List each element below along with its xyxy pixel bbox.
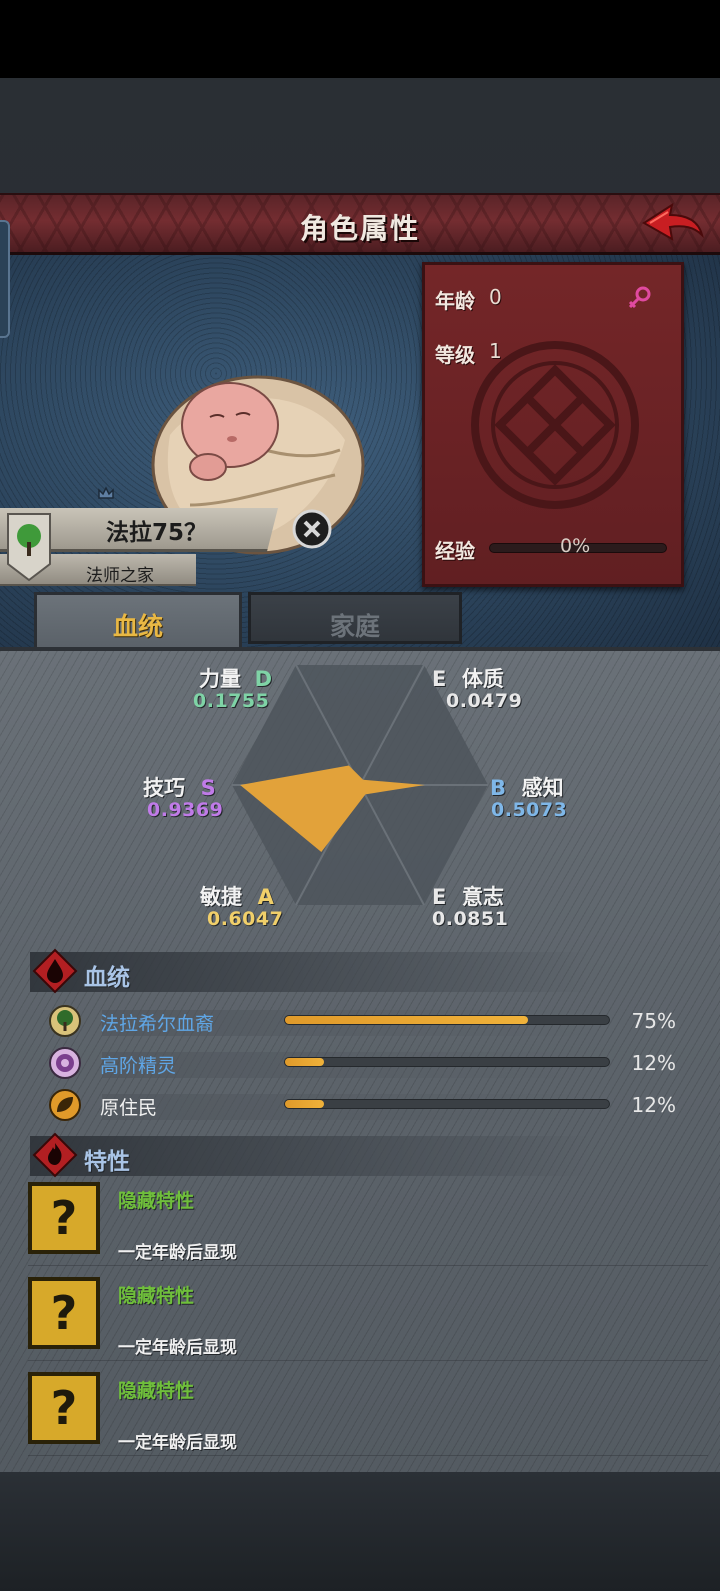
attr-skill-name: 技巧 [143,776,185,800]
hidden-trait-question-icon[interactable]: ? [28,1277,100,1349]
blood-drop-icon [32,948,78,994]
attr-constitution-value: 0.0479 [446,690,523,712]
trait-name: 隐藏特性 [118,1380,195,1402]
character-house: 法师之家 [86,566,154,586]
attr-constitution-name: 体质 [461,667,504,691]
trait-name: 隐藏特性 [118,1285,195,1307]
attr-skill-grade: S [200,776,216,800]
tab-bloodline-label: 血统 [112,612,163,641]
bloodline-section-title: 血统 [84,965,130,991]
page-title: 角色属性 [299,212,420,245]
attr-agility-name: 敏捷 [200,885,242,909]
attr-skill: 技巧 S [143,772,216,802]
attr-strength-grade: D [254,667,273,691]
attr-perception-grade: B [490,776,507,800]
tab-family-label: 家庭 [329,612,380,641]
trait-description: 一定年龄后显现 [118,1243,237,1263]
female-gender-icon [628,286,651,309]
attr-agility-grade: A [257,885,274,909]
attr-perception-name: 感知 [521,776,564,800]
level-value: 1 [489,339,502,363]
exp-label: 经验 [435,539,475,563]
house-shield-icon [7,513,51,582]
bloodline-percent: 75% [631,1009,676,1033]
bottom-backdrop [0,1472,720,1591]
elf-emblem-icon [49,1047,81,1079]
exp-percent: 0% [560,535,591,557]
bloodline-row: 法拉希尔血裔 75% [48,1004,688,1040]
svg-text:?: ? [51,1381,78,1435]
crown-icon [98,486,114,499]
bloodline-bar-fill [285,1016,528,1024]
bloodline-percent: 12% [631,1093,676,1117]
tree-emblem-icon [49,1005,81,1037]
age-label: 年龄 [435,289,475,313]
svg-text:?: ? [51,1191,78,1245]
age-value: 0 [489,285,502,309]
celtic-knot-emblem [471,341,639,509]
attr-strength-value: 0.1755 [193,690,270,712]
bloodline-row: 原住民 12% [48,1088,688,1124]
trait-description: 一定年龄后显现 [118,1433,237,1453]
bloodline-bar-fill [285,1058,324,1066]
fire-trait-icon [32,1132,78,1178]
attr-agility: 敏捷 A [200,881,274,911]
trait-row: ? 隐藏特性 一定年龄后显现 [28,1176,708,1266]
tab-bloodline[interactable]: 血统 [34,592,242,652]
trait-row: ? 隐藏特性 一定年龄后显现 [28,1366,708,1456]
trait-name: 隐藏特性 [118,1190,195,1212]
svg-text:?: ? [51,1286,78,1340]
character-name: 法拉75？ [106,520,208,546]
bloodline-label: 法拉希尔血裔 [100,1013,215,1035]
bloodline-row: 高阶精灵 12% [48,1046,688,1082]
tab-family[interactable]: 家庭 [248,592,462,644]
attr-will-name: 意志 [461,885,504,909]
attr-skill-value: 0.9369 [147,799,224,821]
bloodline-bar [284,1099,610,1109]
hidden-trait-question-icon[interactable]: ? [28,1372,100,1444]
close-icon[interactable] [292,509,332,549]
character-stats-card: 年龄 0 等级 1 经验 0% [422,262,684,587]
bloodline-bar [284,1015,610,1025]
bloodline-label: 高阶精灵 [100,1055,177,1077]
side-drawer-handle[interactable] [0,220,10,338]
bloodline-bar-fill [285,1100,324,1108]
attr-strength: 力量 D [199,663,272,693]
bloodline-label: 原住民 [100,1097,158,1119]
attr-strength-name: 力量 [199,667,241,691]
attr-agility-value: 0.6047 [207,908,284,930]
back-arrow-button[interactable] [640,201,706,249]
attr-will: E 意志 [432,881,504,911]
leaf-emblem-icon [49,1089,81,1121]
attr-constitution-grade: E [432,667,447,691]
bloodline-percent: 12% [631,1051,676,1075]
attr-will-grade: E [432,885,447,909]
trait-row: ? 隐藏特性 一定年龄后显现 [28,1271,708,1361]
hidden-trait-question-icon[interactable]: ? [28,1182,100,1254]
header-banner: 角色属性 [0,193,720,255]
attr-constitution: E 体质 [432,663,504,693]
attr-perception: B 感知 [490,772,564,802]
bloodline-bar [284,1057,610,1067]
attr-will-value: 0.0851 [432,908,509,930]
trait-description: 一定年龄后显现 [118,1338,237,1358]
status-bar [0,0,720,78]
level-label: 等级 [435,343,475,367]
traits-section-title: 特性 [84,1149,130,1175]
attr-perception-value: 0.5073 [491,799,568,821]
